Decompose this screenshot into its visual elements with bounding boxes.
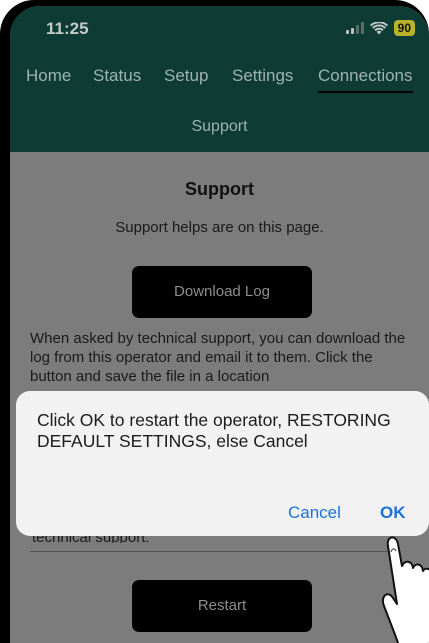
status-bar: 11:25 90 (10, 6, 429, 46)
nav-status[interactable]: Status (93, 66, 141, 86)
screen: 11:25 90 Home Status Setup Settings Conn… (10, 6, 429, 643)
top-nav: Home Status Setup Settings Connections (10, 66, 429, 98)
subnav-support[interactable]: Support (10, 118, 429, 136)
wifi-icon (369, 21, 388, 34)
nav-home[interactable]: Home (26, 66, 71, 86)
app-header: 11:25 90 Home Status Setup Settings Conn… (10, 6, 429, 152)
battery-icon: 90 (393, 20, 415, 36)
nav-setup[interactable]: Setup (164, 66, 208, 86)
pointing-hand-icon (382, 536, 429, 643)
phone-frame: 11:25 90 Home Status Setup Settings Conn… (0, 0, 429, 643)
divider (30, 551, 400, 552)
status-time: 11:25 (46, 19, 89, 38)
signal-icon (345, 22, 364, 34)
nav-settings[interactable]: Settings (232, 66, 293, 86)
dialog-cancel-button[interactable]: Cancel (288, 503, 341, 523)
download-log-button[interactable]: Download Log (132, 266, 312, 318)
nav-connections[interactable]: Connections (318, 66, 413, 93)
dialog-message: Click OK to restart the operator, RESTOR… (37, 410, 391, 451)
status-icons: 90 (345, 20, 415, 36)
page-subtitle: Support helps are on this page. (115, 219, 324, 236)
support-paragraph: When asked by technical support, you can… (30, 330, 406, 385)
page-title: Support (185, 179, 254, 199)
restart-button[interactable]: Restart (132, 580, 312, 632)
confirm-dialog: Click OK to restart the operator, RESTOR… (16, 391, 429, 536)
